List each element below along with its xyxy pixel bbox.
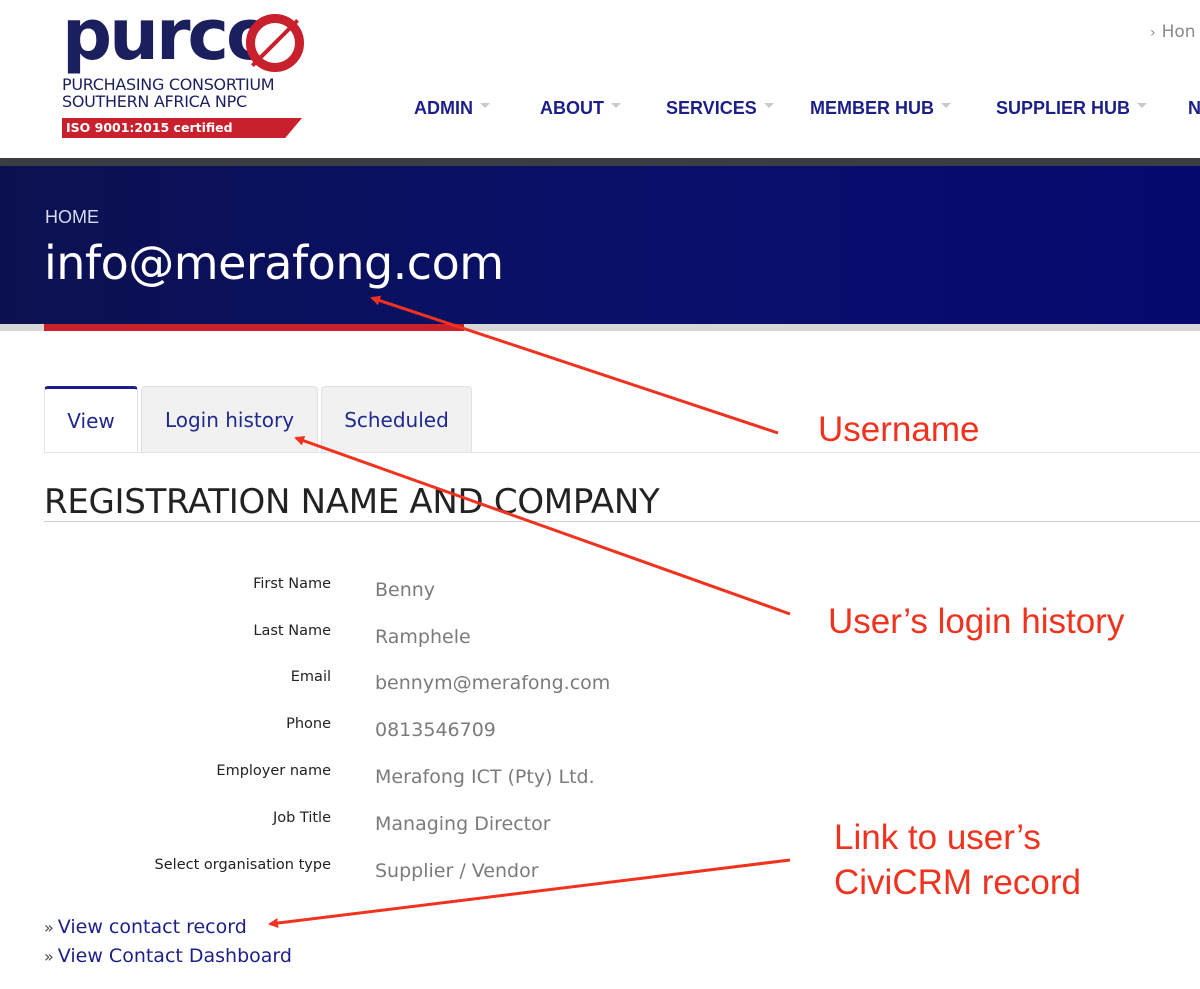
- field-organisation-type: Select organisation type Supplier / Vend…: [44, 857, 744, 883]
- chevron-down-icon: [1137, 102, 1148, 108]
- logo-wordmark: purco: [62, 0, 274, 76]
- field-label: First Name: [253, 576, 331, 592]
- section-title: REGISTRATION NAME AND COMPANY: [44, 482, 660, 522]
- nav-member-hub[interactable]: MEMBER HUB: [810, 98, 951, 119]
- page-hero: HOME info@merafong.com: [0, 166, 1200, 324]
- annotation-civicrm-line2: CiviCRM record: [834, 863, 1081, 902]
- top-breadcrumb[interactable]: › Hon: [1150, 22, 1196, 42]
- link-row: » View contact record: [44, 915, 292, 944]
- annotation-civicrm-line1: Link to user’s: [834, 818, 1041, 857]
- link-prefix: »: [44, 918, 54, 937]
- nav-more[interactable]: N: [1188, 98, 1200, 119]
- nav-supplier-hub[interactable]: SUPPLIER HUB: [996, 98, 1148, 119]
- header-divider: [0, 158, 1200, 166]
- field-value: Ramphele: [375, 626, 471, 648]
- nav-admin[interactable]: ADMIN: [414, 98, 490, 119]
- breadcrumb-separator: ›: [1150, 25, 1156, 41]
- hero-breadcrumb-home[interactable]: HOME: [45, 207, 99, 228]
- link-row: » View Contact Dashboard: [44, 944, 292, 973]
- link-prefix: »: [44, 947, 54, 966]
- purco-logo[interactable]: purco PURCHASING CONSORTIUM SOUTHERN AFR…: [62, 0, 304, 138]
- field-employer-name: Employer name Merafong ICT (Pty) Ltd.: [44, 763, 744, 789]
- annotation-login-history: User’s login history: [828, 602, 1125, 641]
- chevron-down-icon: [480, 102, 490, 108]
- breadcrumb-home-link[interactable]: Hon: [1162, 22, 1196, 42]
- nav-supplier-hub-label: SUPPLIER HUB: [996, 98, 1131, 118]
- field-phone: Phone 0813546709: [44, 716, 744, 742]
- field-email: Email bennym@merafong.com: [44, 669, 744, 695]
- section-divider: [44, 521, 1200, 522]
- page-title: info@merafong.com: [44, 236, 504, 290]
- field-label: Select organisation type: [154, 857, 331, 873]
- nav-about[interactable]: ABOUT: [540, 98, 621, 119]
- tab-login-history[interactable]: Login history: [141, 386, 318, 452]
- field-value: 0813546709: [375, 719, 496, 741]
- chevron-down-icon: [941, 102, 951, 108]
- field-label: Email: [290, 669, 331, 685]
- field-label: Last Name: [253, 623, 331, 639]
- iso-badge: ISO 9001:2015 certified company: [62, 118, 302, 138]
- hero-accent-bar: [44, 324, 464, 331]
- annotation-username: Username: [818, 410, 980, 449]
- tab-view[interactable]: View: [44, 386, 138, 452]
- field-value: Managing Director: [375, 813, 551, 835]
- nav-about-label: ABOUT: [540, 98, 604, 118]
- nav-member-hub-label: MEMBER HUB: [810, 98, 934, 118]
- field-last-name: Last Name Ramphele: [44, 623, 744, 649]
- field-label: Phone: [286, 716, 331, 732]
- nav-services-label: SERVICES: [666, 98, 757, 118]
- nav-more-label: N: [1188, 98, 1200, 118]
- chevron-down-icon: [611, 102, 621, 108]
- view-contact-dashboard-link[interactable]: View Contact Dashboard: [58, 945, 292, 967]
- tabs-baseline: [44, 452, 1200, 453]
- field-value: bennym@merafong.com: [375, 672, 611, 694]
- chevron-down-icon: [763, 102, 774, 108]
- field-value: Supplier / Vendor: [375, 860, 539, 882]
- field-value: Benny: [375, 579, 436, 601]
- logo-line-2: SOUTHERN AFRICA NPC: [62, 92, 247, 111]
- contact-links: » View contact record » View Contact Dashb…: [44, 915, 292, 973]
- field-value: Merafong ICT (Pty) Ltd.: [375, 766, 595, 788]
- nav-admin-label: ADMIN: [414, 98, 473, 118]
- field-label: Employer name: [216, 763, 331, 779]
- nav-services[interactable]: SERVICES: [666, 98, 774, 119]
- field-label: Job Title: [272, 810, 331, 826]
- field-first-name: First Name Benny: [44, 576, 744, 602]
- field-job-title: Job Title Managing Director: [44, 810, 744, 836]
- tab-scheduled[interactable]: Scheduled: [321, 386, 472, 452]
- lifebuoy-icon: [246, 14, 304, 72]
- view-contact-record-link[interactable]: View contact record: [58, 916, 247, 938]
